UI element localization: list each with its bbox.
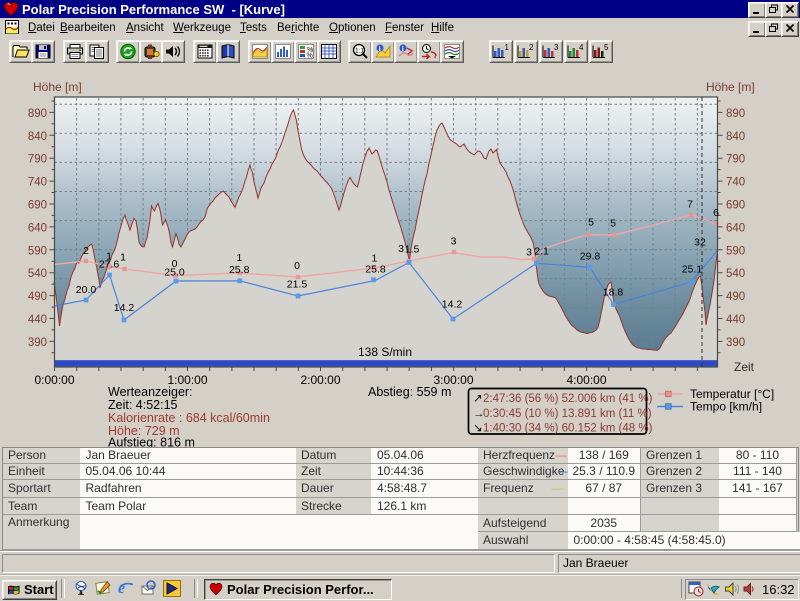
svg-text:i: i [401,44,403,53]
svg-text:840: 840 [726,131,745,143]
svg-text:e: e [118,580,125,596]
svg-text:640: 640 [726,222,745,234]
svg-text:1: 1 [505,43,510,52]
svg-text:840: 840 [28,131,47,143]
svg-text:Tempo [km/h]: Tempo [km/h] [690,400,762,414]
svg-text:490: 490 [726,291,745,303]
svg-text:590: 590 [726,245,745,257]
svg-text:Kalorienrate : 684 kcal/60min: Kalorienrate : 684 kcal/60min [108,411,270,425]
svg-text:18.8: 18.8 [603,287,624,299]
svg-text:640: 640 [28,222,47,234]
svg-text:1:40:30 (34 %) 60.152 km (48 %: 1:40:30 (34 %) 60.152 km (48 %) [483,423,653,435]
svg-text:540: 540 [726,268,745,280]
svg-text:25.8: 25.8 [365,264,386,276]
svg-text:790: 790 [726,154,745,166]
svg-text:1: 1 [236,252,242,264]
svg-text:Werteanzeiger:: Werteanzeiger: [108,385,193,399]
svg-text:↗: ↗ [473,393,483,405]
svg-text:3: 3 [398,243,404,255]
svg-text:4: 4 [579,43,584,52]
svg-text:740: 740 [726,177,745,189]
svg-text:Zeit: 4:52:15: Zeit: 4:52:15 [108,398,178,412]
svg-text:29.8: 29.8 [580,251,601,263]
svg-text:0:30:45 (10 %) 13.891 km (11 %: 0:30:45 (10 %) 13.891 km (11 %) [483,408,652,420]
svg-text:5: 5 [610,218,616,230]
svg-text:440: 440 [28,314,47,326]
svg-text:2:00:00: 2:00:00 [300,373,340,387]
svg-text:Höhe [m]: Höhe [m] [706,80,755,94]
svg-text:2: 2 [83,245,89,257]
svg-text:890: 890 [726,108,745,120]
svg-text:890: 890 [28,108,47,120]
svg-text:590: 590 [28,245,47,257]
svg-text:690: 690 [726,200,745,212]
svg-text:14.2: 14.2 [114,302,135,314]
svg-text:1:1: 1:1 [355,48,364,55]
svg-text:1.5: 1.5 [405,244,420,256]
svg-text:Abstieg: 559 m: Abstieg: 559 m [368,385,451,399]
svg-text:14.2: 14.2 [442,299,463,311]
svg-text:440: 440 [726,314,745,326]
svg-text:490: 490 [28,291,47,303]
svg-text:390: 390 [726,337,745,349]
svg-text:25.8: 25.8 [229,264,250,276]
svg-text:5: 5 [604,43,609,52]
svg-text:0: 0 [294,260,300,272]
svg-text:690: 690 [28,200,47,212]
svg-text:3: 3 [526,247,532,259]
svg-text:0:00:00: 0:00:00 [34,373,74,387]
svg-text:790: 790 [28,154,47,166]
svg-text:2.1: 2.1 [534,246,549,258]
svg-text:3: 3 [451,236,457,248]
svg-text:1: 1 [120,252,126,264]
svg-text:540: 540 [28,268,47,280]
svg-text:%: % [306,53,312,60]
svg-text:5: 5 [588,217,594,229]
svg-text:i: i [378,44,380,53]
svg-text:25.0: 25.0 [164,267,185,279]
svg-text:25.1: 25.1 [682,264,703,276]
svg-text:7: 7 [687,199,693,211]
svg-text:2: 2 [529,43,534,52]
svg-text:2:47:36 (56 %) 52.006 km (41 %: 2:47:36 (56 %) 52.006 km (41 %) [483,393,653,405]
svg-text:390: 390 [28,337,47,349]
svg-text:21.5: 21.5 [287,279,308,291]
svg-text:4:00:00: 4:00:00 [566,373,606,387]
svg-text:Zeit: Zeit [734,360,755,374]
svg-text:↘: ↘ [473,423,483,435]
svg-text:138 S/min: 138 S/min [358,345,412,359]
svg-text:3: 3 [554,43,559,52]
svg-text:20.0: 20.0 [76,284,97,296]
svg-text:27.6: 27.6 [99,259,120,271]
svg-text:32: 32 [694,237,706,249]
svg-text:6: 6 [713,207,719,219]
svg-text:740: 740 [28,177,47,189]
svg-text:Höhe [m]: Höhe [m] [33,80,82,94]
